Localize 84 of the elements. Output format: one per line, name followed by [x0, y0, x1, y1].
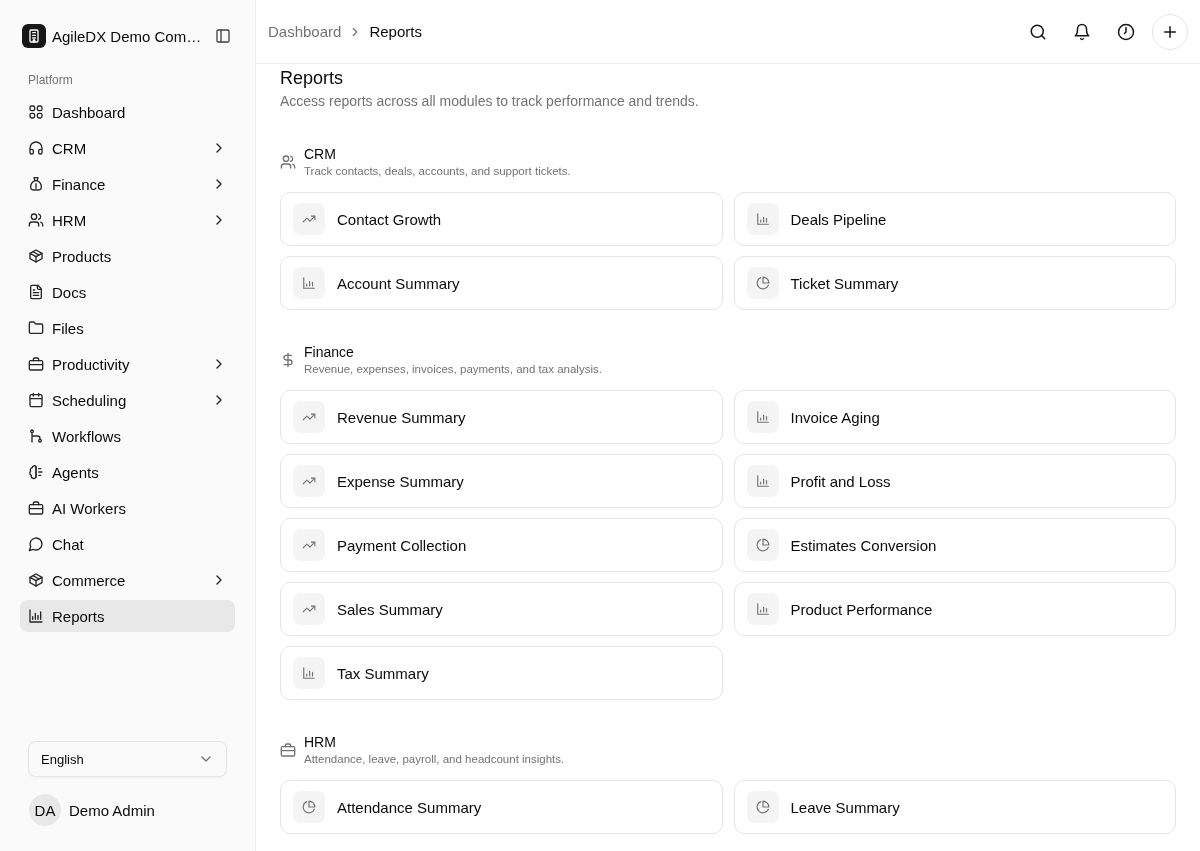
pie-chart-icon — [746, 267, 779, 299]
bar-chart-icon — [293, 657, 325, 689]
dollar-icon — [280, 352, 296, 368]
nav-item[interactable]: Workflows — [20, 420, 235, 452]
group-label: Platform — [27, 72, 74, 88]
report-card[interactable]: Leave Summary — [733, 780, 1176, 834]
nav-item[interactable]: Productivity — [20, 348, 235, 380]
briefcase-icon — [28, 500, 44, 516]
headset-icon — [28, 140, 44, 156]
users-icon — [28, 212, 44, 228]
sidebar-toggle-icon[interactable] — [215, 28, 231, 44]
report-card[interactable]: Account Summary — [280, 256, 723, 310]
brain-icon — [28, 464, 44, 480]
briefcase-icon — [28, 356, 44, 372]
nav-item[interactable]: Products — [20, 240, 235, 272]
document-icon — [28, 284, 44, 300]
trend-up-icon — [293, 401, 325, 433]
clock-icon[interactable] — [1117, 22, 1135, 41]
avatar-initials[interactable]: DA — [29, 794, 61, 826]
bar-chart-icon — [746, 401, 779, 433]
page-subtitle: Access reports across all modules to track performance and trends. — [280, 92, 700, 111]
report-card[interactable]: Sales Summary — [280, 582, 723, 636]
page-title: Reports — [280, 67, 345, 90]
pie-chart-icon — [746, 529, 779, 561]
language-select[interactable]: English — [28, 741, 227, 777]
box-icon — [28, 572, 44, 588]
add-button[interactable] — [1152, 13, 1188, 50]
bar-chart-icon — [28, 608, 44, 624]
pie-chart-icon — [293, 791, 325, 823]
nav-item[interactable]: Agents — [20, 456, 235, 488]
nav-item[interactable]: Finance — [20, 168, 235, 200]
nav-item[interactable]: Reports — [20, 600, 235, 632]
bar-chart-icon — [746, 465, 779, 497]
nav-item[interactable]: Commerce — [20, 564, 235, 596]
breadcrumb-link[interactable]: Dashboard — [268, 23, 342, 40]
building-icon — [22, 24, 46, 48]
trend-up-icon — [293, 529, 325, 561]
bar-chart-icon — [293, 267, 325, 299]
briefcase-icon — [280, 742, 296, 758]
nav-item[interactable]: Dashboard — [20, 96, 235, 128]
nav-item[interactable]: HRM — [20, 204, 235, 236]
report-card[interactable]: Invoice Aging — [733, 390, 1176, 444]
users-icon — [280, 154, 296, 170]
trend-up-icon — [293, 465, 325, 497]
section-title: CRM — [304, 145, 337, 163]
breadcrumb-current: Reports — [369, 23, 422, 40]
report-card[interactable]: Contact Growth — [280, 192, 723, 246]
report-card[interactable]: Profit and Loss — [733, 454, 1176, 508]
report-card[interactable]: Tax Summary — [280, 646, 723, 700]
grid-icon — [28, 104, 44, 120]
user-name: Demo Admin — [69, 801, 155, 819]
report-card[interactable]: Payment Collection — [280, 518, 723, 572]
section-title: Finance — [304, 343, 355, 361]
search-icon[interactable] — [1029, 22, 1047, 41]
pie-chart-icon — [746, 791, 779, 823]
section-title: HRM — [304, 733, 337, 751]
report-card[interactable]: Revenue Summary — [280, 390, 723, 444]
nav-item[interactable]: CRM — [20, 132, 235, 164]
report-card[interactable]: Product Performance — [733, 582, 1176, 636]
box-icon — [28, 248, 44, 264]
section-description: Attendance, leave, payroll, and headcount insights. — [304, 752, 565, 767]
nav-item[interactable]: Chat — [20, 528, 235, 560]
calendar-icon — [28, 392, 44, 408]
report-card[interactable]: Estimates Conversion — [733, 518, 1176, 572]
workspace-name[interactable]: AgileDX Demo Com… — [52, 27, 215, 45]
report-card[interactable]: Expense Summary — [280, 454, 723, 508]
report-card[interactable]: Deals Pipeline — [733, 192, 1176, 246]
bell-icon[interactable] — [1073, 22, 1091, 41]
bar-chart-icon — [746, 203, 779, 235]
section-description: Track contacts, deals, accounts, and support tickets. — [304, 164, 571, 179]
nav-item[interactable]: Docs — [20, 276, 235, 308]
section-description: Revenue, expenses, invoices, payments, and tax analysis. — [304, 362, 602, 377]
workflow-icon — [28, 428, 44, 444]
nav-item[interactable]: AI Workers — [20, 492, 235, 524]
nav-item[interactable]: Files — [20, 312, 235, 344]
report-card[interactable]: Ticket Summary — [733, 256, 1176, 310]
folder-icon — [28, 320, 44, 336]
nav-item[interactable]: Scheduling — [20, 384, 235, 416]
trend-up-icon — [293, 593, 325, 625]
bar-chart-icon — [746, 593, 779, 625]
chat-bubble-icon — [28, 536, 44, 552]
money-bag-icon — [28, 176, 44, 192]
trend-up-icon — [293, 203, 325, 235]
report-card[interactable]: Attendance Summary — [280, 780, 723, 834]
